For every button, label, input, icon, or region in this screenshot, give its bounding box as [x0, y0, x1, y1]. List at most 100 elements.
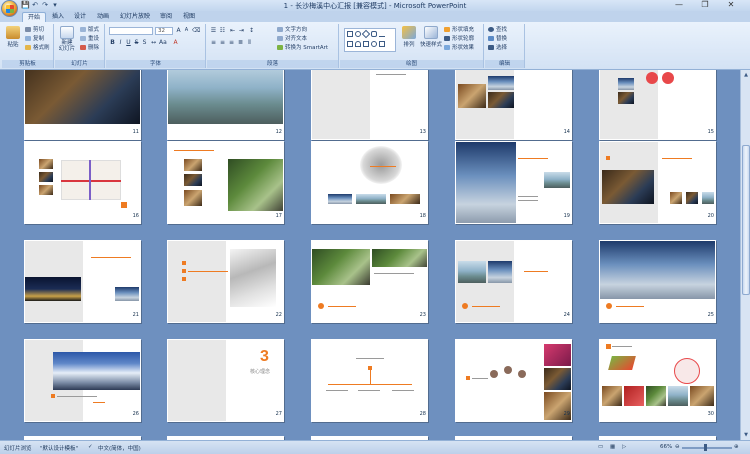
slide-thumbnail[interactable]	[311, 339, 428, 422]
zoom-slider[interactable]	[682, 444, 732, 451]
tab-review[interactable]: 审阅	[156, 12, 176, 22]
arrow-shape-icon[interactable]	[379, 41, 385, 47]
smartart-label: 转换为 SmartArt	[285, 45, 329, 51]
minimize-button[interactable]: —	[666, 0, 692, 10]
slide-thumbnail[interactable]	[455, 141, 572, 224]
scroll-thumb[interactable]	[742, 145, 750, 295]
tab-home[interactable]: 开始	[22, 12, 46, 22]
slide-thumbnail[interactable]	[599, 141, 716, 224]
shrink-font-icon[interactable]: A	[183, 27, 190, 34]
align-left-icon[interactable]: ≡	[210, 39, 217, 46]
font-name-combo[interactable]	[109, 27, 153, 35]
change-case-button[interactable]: Aa	[159, 39, 167, 46]
slide-photo	[168, 70, 283, 124]
tab-animations[interactable]: 动画	[93, 12, 113, 22]
find-button[interactable]: 查找	[488, 27, 507, 34]
slide-thumbnail[interactable]	[455, 240, 572, 323]
align-center-icon[interactable]: ≡	[219, 39, 226, 46]
slide-sorter[interactable]: 11 12 13 14 15 16 17 18 19 20 21 22 23 2…	[0, 70, 740, 440]
decrease-indent-icon[interactable]: ⇤	[229, 27, 236, 34]
increase-indent-icon[interactable]: ⇥	[238, 27, 245, 34]
slide-thumbnail[interactable]	[311, 141, 428, 224]
spellcheck-icon[interactable]: ✓	[88, 444, 93, 450]
shadow-button[interactable]: S	[141, 39, 148, 46]
slide-thumbnail[interactable]	[167, 240, 284, 323]
align-right-icon[interactable]: ≡	[228, 39, 235, 46]
office-button[interactable]	[1, 0, 18, 17]
bullets-icon[interactable]: ☰	[210, 27, 217, 34]
copy-button[interactable]: 复制	[25, 36, 44, 43]
shapes-gallery[interactable]	[344, 28, 396, 52]
text-direction-button[interactable]: 文字方向	[277, 27, 307, 34]
columns-icon[interactable]: ⫴	[246, 39, 253, 46]
new-slide-button[interactable]: 新建 幻灯片	[57, 26, 77, 52]
restore-button[interactable]: ❐	[692, 0, 718, 10]
normal-view-icon[interactable]: ▭	[598, 444, 603, 450]
strikethrough-button[interactable]: S	[133, 39, 140, 46]
layout-button[interactable]: 版式	[80, 27, 99, 34]
grow-font-icon[interactable]: A	[175, 27, 182, 34]
tab-slideshow[interactable]: 幻灯片放映	[118, 12, 152, 22]
format-painter-button[interactable]: 格式刷	[25, 45, 50, 52]
zoom-in-icon[interactable]: ⊕	[734, 444, 739, 450]
callout-shape-icon[interactable]	[363, 41, 369, 47]
shape-effects-button[interactable]: 形状效果	[444, 45, 474, 52]
slide-bullet	[182, 277, 186, 281]
font-size-combo[interactable]: 32	[155, 27, 173, 35]
line-spacing-icon[interactable]: ↕	[248, 27, 255, 34]
select-button[interactable]: 选择	[488, 45, 507, 52]
slide-thumbnail[interactable]: 3 核心理念	[167, 339, 284, 422]
slide-node	[518, 370, 526, 378]
justify-icon[interactable]: ≣	[237, 39, 244, 46]
zoom-out-icon[interactable]: ⊖	[675, 444, 680, 450]
oval-shape-icon[interactable]	[355, 31, 361, 37]
circle-shape-icon[interactable]	[371, 41, 377, 47]
zoom-slider-thumb[interactable]	[704, 444, 707, 451]
reset-button[interactable]: 重设	[80, 36, 99, 43]
slide-section-number: 3	[260, 348, 269, 365]
quick-styles-button[interactable]: 快速样式	[420, 26, 442, 48]
shape-outline-button[interactable]: 形状轮廓	[444, 36, 474, 43]
rectangle-shape-icon[interactable]	[347, 31, 353, 37]
slide-thumbnail[interactable]	[599, 240, 716, 323]
char-spacing-button[interactable]: ↔	[150, 39, 157, 46]
scroll-up-arrow-icon[interactable]: ▲	[742, 71, 750, 79]
close-button[interactable]: ✕	[718, 0, 744, 10]
slide-thumbnail[interactable]	[167, 141, 284, 224]
paste-button[interactable]: 粘贴	[4, 26, 22, 48]
scroll-down-arrow-icon[interactable]: ▼	[742, 431, 750, 439]
arc-shape-icon[interactable]	[355, 41, 361, 47]
slide-photo	[184, 190, 202, 206]
smartart-button[interactable]: 转换为 SmartArt	[277, 45, 328, 52]
cut-button[interactable]: 剪切	[25, 27, 44, 34]
slide-thumbnail[interactable]	[24, 240, 141, 323]
find-label: 查找	[496, 27, 508, 33]
slide-thumbnail[interactable]	[455, 339, 572, 422]
slide-thumbnail[interactable]	[24, 339, 141, 422]
shape-fill-button[interactable]: 形状填充	[444, 27, 474, 34]
tab-design[interactable]: 设计	[70, 12, 90, 22]
slideshow-view-icon[interactable]: ▷	[622, 444, 626, 450]
italic-button[interactable]: I	[117, 39, 124, 46]
vertical-scrollbar[interactable]: ▲ ▼	[740, 70, 750, 440]
diamond-shape-icon[interactable]	[361, 29, 371, 39]
underline-button[interactable]: U	[125, 39, 132, 46]
line-shape-icon[interactable]	[379, 31, 385, 37]
tab-insert[interactable]: 插入	[48, 12, 68, 22]
bold-button[interactable]: B	[109, 39, 116, 46]
tab-view[interactable]: 视图	[179, 12, 199, 22]
delete-button[interactable]: 删除	[80, 45, 99, 52]
replace-button[interactable]: 替换	[488, 36, 507, 43]
slide-thumbnail[interactable]	[311, 240, 428, 323]
slide-thumbnail[interactable]	[599, 339, 716, 422]
zoom-level[interactable]: 66%	[660, 444, 672, 450]
arrange-button[interactable]: 排列	[400, 26, 418, 48]
sorter-view-icon[interactable]: ▦	[610, 444, 615, 450]
rounded-rect-shape-icon[interactable]	[371, 31, 377, 37]
clear-format-icon[interactable]: ⌫	[192, 27, 200, 34]
textbox-shape-icon[interactable]	[347, 41, 353, 47]
numbering-icon[interactable]: ☷	[219, 27, 226, 34]
font-color-button[interactable]: A	[172, 39, 179, 46]
slide-thumbnail[interactable]	[24, 141, 141, 224]
align-text-button[interactable]: 对齐文本	[277, 36, 307, 43]
